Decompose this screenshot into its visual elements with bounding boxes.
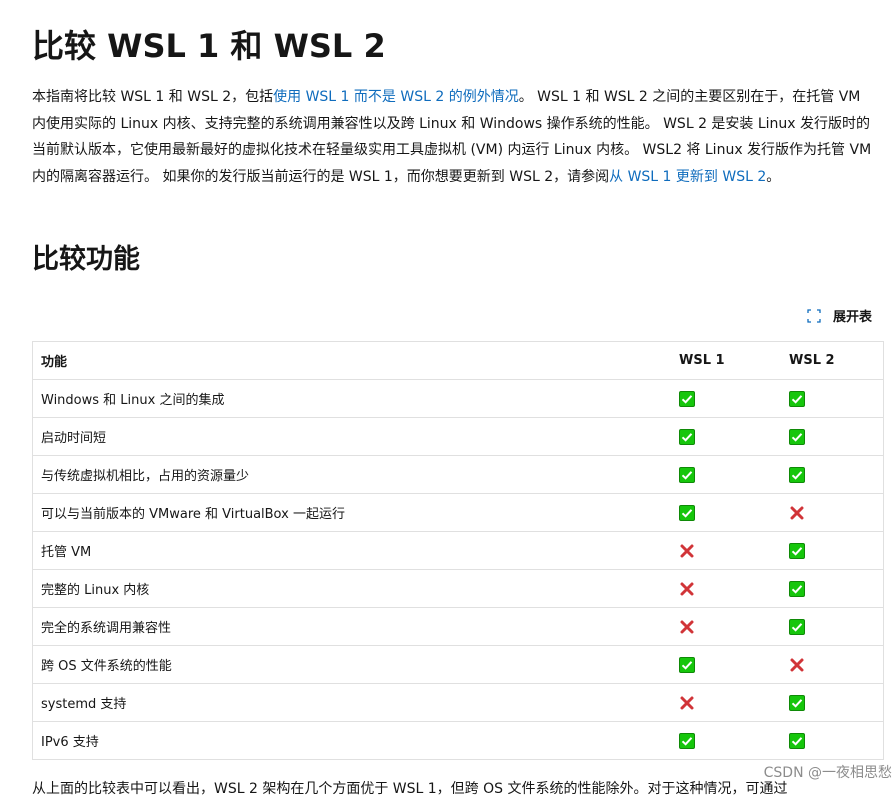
wsl1-support-cell: [671, 721, 789, 760]
feature-cell: 跨 OS 文件系统的性能: [32, 645, 671, 684]
green-check-icon: [789, 390, 805, 407]
wsl1-support-cell: [671, 531, 789, 570]
link-wsl1-exceptions[interactable]: 使用 WSL 1 而不是 WSL 2 的例外情况: [273, 89, 519, 105]
intro-paragraph: 本指南将比较 WSL 1 和 WSL 2，包括使用 WSL 1 而不是 WSL …: [32, 84, 878, 190]
feature-cell: 托管 VM: [32, 531, 671, 570]
fullscreen-expand-icon: [807, 308, 821, 323]
header-feature: 功能: [32, 341, 671, 380]
header-wsl1: WSL 1: [671, 341, 789, 380]
intro-text-3: 。: [766, 168, 781, 185]
table-row: 与传统虚拟机相比，占用的资源量少: [32, 455, 884, 494]
red-cross-icon: [679, 619, 695, 634]
green-check-icon: [789, 732, 805, 749]
wsl1-support-cell: [671, 455, 789, 494]
wsl1-support-cell: [671, 607, 789, 646]
feature-cell: 可以与当前版本的 VMware 和 VirtualBox 一起运行: [32, 493, 671, 532]
wsl2-support-cell: [789, 531, 884, 570]
expand-table-label: 展开表: [832, 310, 872, 325]
feature-cell: IPv6 支持: [32, 721, 671, 760]
table-row: 跨 OS 文件系统的性能: [32, 645, 884, 684]
expand-table-button[interactable]: 展开表: [807, 306, 872, 325]
red-cross-icon: [789, 657, 805, 672]
wsl2-support-cell: [789, 493, 884, 532]
wsl2-support-cell: [789, 379, 884, 418]
table-row: 托管 VM: [32, 531, 884, 570]
table-row: 启动时间短: [32, 417, 884, 456]
wsl1-support-cell: [671, 417, 789, 456]
green-check-icon: [679, 504, 695, 521]
table-row: 可以与当前版本的 VMware 和 VirtualBox 一起运行: [32, 493, 884, 532]
green-check-icon: [679, 656, 695, 673]
table-row: systemd 支持: [32, 683, 884, 722]
wsl2-support-cell: [789, 417, 884, 456]
page-title: 比较 WSL 1 和 WSL 2: [32, 27, 386, 65]
wsl2-support-cell: [789, 683, 884, 722]
wsl2-support-cell: [789, 721, 884, 760]
wsl1-support-cell: [671, 493, 789, 532]
green-check-icon: [789, 694, 805, 711]
red-cross-icon: [789, 505, 805, 520]
feature-cell: 完全的系统调用兼容性: [32, 607, 671, 646]
comparison-table: 功能 WSL 1 WSL 2 Windows 和 Linux 之间的集成 启动时间…: [32, 341, 884, 760]
red-cross-icon: [679, 543, 695, 558]
section-title: 比较功能: [32, 244, 140, 275]
green-check-icon: [679, 732, 695, 749]
table-row: Windows 和 Linux 之间的集成: [32, 379, 884, 418]
wsl1-support-cell: [671, 683, 789, 722]
link-update-wsl1-to-wsl2[interactable]: 从 WSL 1 更新到 WSL 2: [609, 169, 766, 185]
table-header-row: 功能 WSL 1 WSL 2: [32, 341, 884, 380]
wsl1-support-cell: [671, 569, 789, 608]
green-check-icon: [679, 390, 695, 407]
csdn-watermark: CSDN @一夜相思愁: [763, 765, 892, 781]
wsl2-support-cell: [789, 455, 884, 494]
green-check-icon: [789, 466, 805, 483]
table-row: IPv6 支持: [32, 721, 884, 760]
feature-cell: 与传统虚拟机相比，占用的资源量少: [32, 455, 671, 494]
header-wsl2: WSL 2: [789, 341, 884, 380]
red-cross-icon: [679, 695, 695, 710]
green-check-icon: [679, 466, 695, 483]
green-check-icon: [679, 428, 695, 445]
green-check-icon: [789, 542, 805, 559]
feature-cell: 启动时间短: [32, 417, 671, 456]
green-check-icon: [789, 618, 805, 635]
wsl1-support-cell: [671, 379, 789, 418]
wsl2-support-cell: [789, 645, 884, 684]
feature-cell: systemd 支持: [32, 683, 671, 722]
green-check-icon: [789, 580, 805, 597]
intro-text-1: 本指南将比较 WSL 1 和 WSL 2，包括: [32, 89, 274, 105]
table-row: 完全的系统调用兼容性: [32, 607, 884, 646]
feature-cell: 完整的 Linux 内核: [32, 569, 671, 608]
wsl2-support-cell: [789, 607, 884, 646]
table-row: 完整的 Linux 内核: [32, 569, 884, 608]
green-check-icon: [789, 428, 805, 445]
red-cross-icon: [679, 581, 695, 596]
wsl2-support-cell: [789, 569, 884, 608]
feature-cell: Windows 和 Linux 之间的集成: [32, 379, 671, 418]
wsl1-support-cell: [671, 645, 789, 684]
